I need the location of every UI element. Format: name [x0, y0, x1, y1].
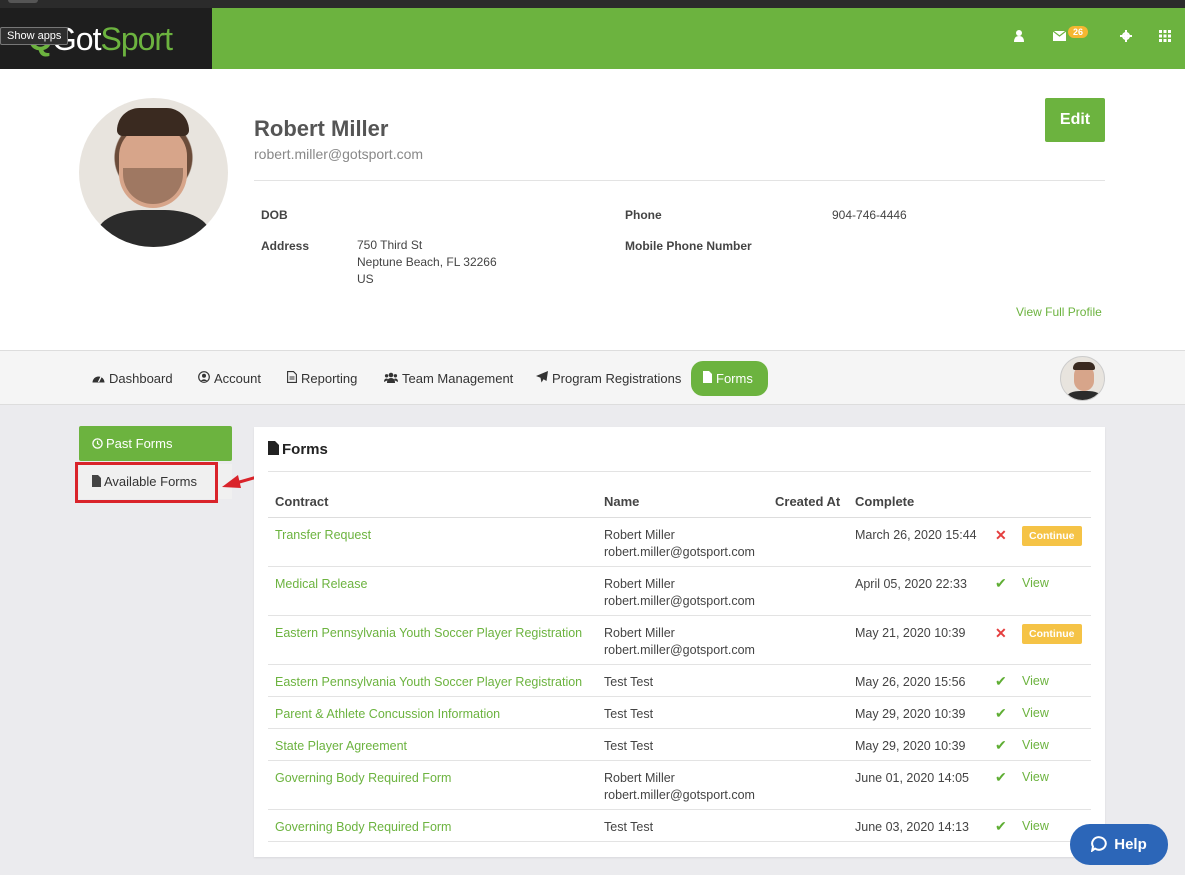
- logo-area[interactable]: QGotSport Show apps: [0, 8, 212, 69]
- signer-name: Robert Miller robert.miller@gotsport.com: [604, 528, 755, 559]
- apps-grid-icon[interactable]: [1159, 30, 1171, 42]
- complete-date: May 21, 2020 10:39: [855, 626, 966, 640]
- user-avatar-small[interactable]: [1060, 356, 1105, 401]
- annotation-highlight-box: [75, 462, 218, 503]
- table-row: Medical Release Robert Miller robert.mille…: [268, 567, 1091, 616]
- gear-icon[interactable]: [1120, 30, 1132, 42]
- file-icon: [703, 371, 712, 383]
- dashboard-icon: [92, 376, 105, 383]
- show-apps-tooltip: Show apps: [0, 27, 69, 45]
- view-link[interactable]: View: [1022, 576, 1049, 590]
- mobile-phone-label: Mobile Phone Number: [625, 239, 752, 253]
- complete-date: March 26, 2020 15:44: [855, 528, 977, 542]
- checkmark-icon: ✔: [995, 769, 1007, 785]
- nav-account[interactable]: Account: [186, 361, 273, 396]
- table-row: Transfer Request Robert Miller robert.mill…: [268, 518, 1091, 567]
- phone-label: Phone: [625, 208, 662, 222]
- mail-count-badge: 26: [1068, 26, 1089, 38]
- col-complete: Complete: [855, 494, 915, 509]
- complete-date: June 01, 2020 14:05: [855, 771, 969, 785]
- edit-button[interactable]: Edit: [1045, 98, 1105, 142]
- address-label: Address: [261, 239, 310, 253]
- clock-icon: [92, 438, 103, 449]
- forms-panel-title: Forms: [268, 441, 328, 458]
- signer-name: Robert Miller robert.miller@gotsport.com: [604, 626, 755, 657]
- table-row: Governing Body Required Form Test Test Jun…: [268, 810, 1091, 842]
- view-link[interactable]: View: [1022, 674, 1049, 688]
- col-created-at: Created At: [775, 494, 841, 509]
- checkmark-icon: ✔: [995, 673, 1007, 689]
- os-pill: [8, 0, 38, 3]
- past-forms-button[interactable]: Past Forms: [79, 426, 232, 461]
- complete-date: April 05, 2020 22:33: [855, 577, 967, 591]
- contract-link[interactable]: Eastern Pennsylvania Youth Soccer Player…: [275, 625, 582, 642]
- profile-name: Robert Miller: [254, 116, 389, 141]
- mail-icon[interactable]: [1053, 31, 1066, 41]
- table-row: Governing Body Required Form Robert Mille…: [268, 761, 1091, 810]
- table-row: State Player Agreement Test Test May 29, 2…: [268, 729, 1091, 761]
- user-icon[interactable]: [1014, 30, 1024, 42]
- signer-name: Test Test: [604, 820, 654, 834]
- document-icon: [287, 371, 297, 383]
- profile-card: Robert Miller robert.miller@gotsport.com…: [0, 69, 1185, 350]
- nav-program-registrations[interactable]: Program Registrations: [524, 361, 693, 396]
- view-full-profile-link[interactable]: View Full Profile: [1016, 305, 1102, 319]
- checkmark-icon: ✔: [995, 737, 1007, 753]
- view-link[interactable]: View: [1022, 819, 1049, 833]
- continue-button[interactable]: Continue: [1022, 624, 1082, 644]
- contract-link[interactable]: Eastern Pennsylvania Youth Soccer Player…: [275, 674, 582, 691]
- table-row: Parent & Athlete Concussion Information T…: [268, 697, 1091, 729]
- signer-name: Robert Miller robert.miller@gotsport.com: [604, 771, 755, 802]
- nav-dashboard[interactable]: Dashboard: [80, 361, 185, 396]
- paper-plane-icon: [536, 371, 548, 383]
- contract-link[interactable]: Parent & Athlete Concussion Information: [275, 706, 500, 723]
- complete-date: May 29, 2020 10:39: [855, 739, 966, 753]
- signer-name: Robert Miller robert.miller@gotsport.com: [604, 577, 755, 608]
- table-row: Eastern Pennsylvania Youth Soccer Player…: [268, 665, 1091, 697]
- contract-link[interactable]: Governing Body Required Form: [275, 819, 451, 836]
- view-link[interactable]: View: [1022, 770, 1049, 784]
- continue-button[interactable]: Continue: [1022, 526, 1082, 546]
- profile-email: robert.miller@gotsport.com: [254, 146, 424, 162]
- user-circle-icon: [198, 371, 210, 383]
- profile-divider: [254, 180, 1105, 181]
- contract-link[interactable]: State Player Agreement: [275, 738, 407, 755]
- signer-name: Test Test: [604, 707, 654, 721]
- file-icon: [268, 441, 279, 455]
- view-link[interactable]: View: [1022, 706, 1049, 720]
- table-row: Eastern Pennsylvania Youth Soccer Player…: [268, 616, 1091, 665]
- os-top-bar: [0, 0, 1185, 8]
- contract-link[interactable]: Medical Release: [275, 576, 367, 593]
- signer-name: Test Test: [604, 675, 654, 689]
- complete-date: June 03, 2020 14:13: [855, 820, 969, 834]
- users-icon: [384, 372, 398, 383]
- nav-team-management[interactable]: Team Management: [372, 361, 525, 396]
- top-header: QGotSport Show apps 26: [0, 8, 1185, 69]
- help-button[interactable]: Help: [1070, 824, 1168, 865]
- forms-panel: Forms Contract Name Created At Complete …: [254, 427, 1105, 857]
- complete-date: May 26, 2020 15:56: [855, 675, 966, 689]
- complete-date: May 29, 2020 10:39: [855, 707, 966, 721]
- chat-bubble-icon: [1091, 836, 1107, 852]
- checkmark-icon: ✔: [995, 705, 1007, 721]
- incomplete-x-icon: ✕: [995, 625, 1007, 641]
- contract-link[interactable]: Governing Body Required Form: [275, 770, 451, 787]
- profile-avatar: [79, 98, 228, 247]
- view-link[interactable]: View: [1022, 738, 1049, 752]
- nav-forms[interactable]: Forms: [691, 361, 768, 396]
- col-contract: Contract: [275, 494, 329, 509]
- col-name: Name: [604, 494, 640, 509]
- main-nav: Dashboard Account Reporting Team Managem…: [0, 350, 1185, 405]
- checkmark-icon: ✔: [995, 575, 1007, 591]
- contract-link[interactable]: Transfer Request: [275, 527, 371, 544]
- signer-name: Test Test: [604, 739, 654, 753]
- phone-value: 904-746-4446: [832, 208, 907, 222]
- nav-reporting[interactable]: Reporting: [275, 361, 369, 396]
- incomplete-x-icon: ✕: [995, 527, 1007, 543]
- dob-label: DOB: [261, 208, 288, 222]
- address-value: 750 Third St Neptune Beach, FL 32266 US: [357, 238, 497, 286]
- checkmark-icon: ✔: [995, 818, 1007, 834]
